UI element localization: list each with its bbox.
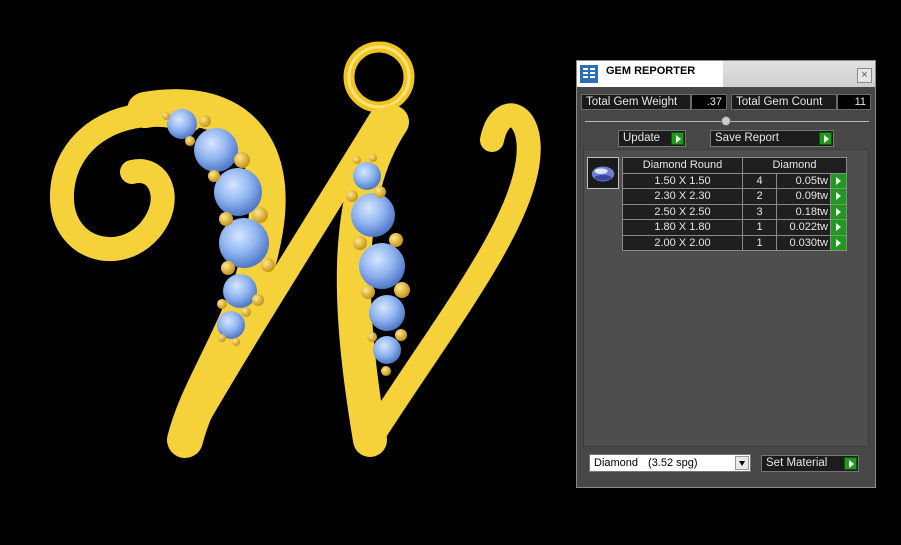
gem-qty: 1 — [742, 234, 777, 251]
panel-title: GEM REPORTER — [606, 65, 696, 77]
arrow-right-icon[interactable] — [830, 219, 847, 236]
dropdown-icon[interactable] — [735, 456, 749, 470]
total-gem-count-value: 11 — [837, 94, 871, 110]
material-name: Diamond — [594, 457, 639, 469]
app-icon — [580, 65, 598, 83]
arrow-right-icon[interactable] — [830, 172, 847, 189]
table-row: 2.50 X 2.50 3 0.18tw — [622, 203, 847, 220]
arrow-right-icon — [671, 132, 684, 145]
title-bar[interactable]: GEM REPORTER × — [577, 61, 875, 87]
arrow-right-icon — [819, 132, 832, 145]
arrow-right-icon[interactable] — [830, 188, 847, 205]
gem-weight: 0.09tw — [776, 188, 831, 205]
save-report-button[interactable]: Save Report — [710, 130, 834, 147]
gem-icon[interactable] — [587, 157, 619, 189]
table-header-row: Diamond Round Diamond — [622, 157, 847, 174]
update-button-label: Update — [623, 132, 661, 144]
gem-qty: 3 — [742, 203, 777, 220]
gem-size: 2.00 X 2.00 — [622, 234, 743, 251]
3d-viewport[interactable] — [0, 0, 570, 540]
gem-weight: 0.18tw — [776, 203, 831, 220]
gem-weight: 0.022tw — [776, 219, 831, 236]
gem-qty: 4 — [742, 172, 777, 189]
slider-handle[interactable] — [721, 116, 731, 126]
column-header-shape: Diamond Round — [622, 157, 743, 174]
total-gem-weight-label: Total Gem Weight — [581, 94, 691, 110]
total-gem-count-label: Total Gem Count — [731, 94, 837, 110]
material-spg: (3.52 spg) — [648, 457, 698, 469]
total-gem-weight-value: .37 — [691, 94, 727, 110]
arrow-right-icon[interactable] — [830, 234, 847, 251]
gem-size: 1.80 X 1.80 — [622, 219, 743, 236]
gem-table-area: Diamond Round Diamond 1.50 X 1.50 4 0.05… — [583, 149, 869, 447]
gem-qty: 1 — [742, 219, 777, 236]
gem-size: 2.50 X 2.50 — [622, 203, 743, 220]
table-row: 2.30 X 2.30 2 0.09tw — [622, 188, 847, 205]
gem-reporter-panel: GEM REPORTER × Total Gem Weight .37 Tota… — [576, 60, 876, 488]
gem-table: Diamond Round Diamond 1.50 X 1.50 4 0.05… — [622, 157, 847, 251]
set-material-button[interactable]: Set Material — [761, 455, 859, 472]
column-header-material: Diamond — [742, 157, 847, 174]
gem-weight: 0.030tw — [776, 234, 831, 251]
gem-weight: 0.05tw — [776, 172, 831, 189]
arrow-right-icon — [844, 457, 857, 470]
table-row: 2.00 X 2.00 1 0.030tw — [622, 234, 847, 251]
gem-size: 2.30 X 2.30 — [622, 188, 743, 205]
close-icon[interactable]: × — [857, 68, 872, 83]
set-material-button-label: Set Material — [766, 457, 828, 469]
table-row: 1.50 X 1.50 4 0.05tw — [622, 172, 847, 189]
gem-qty: 2 — [742, 188, 777, 205]
table-row: 1.80 X 1.80 1 0.022tw — [622, 219, 847, 236]
arrow-right-icon[interactable] — [830, 203, 847, 220]
save-report-button-label: Save Report — [715, 132, 779, 144]
pendant-model — [50, 41, 541, 458]
gem-size: 1.50 X 1.50 — [622, 172, 743, 189]
material-select[interactable]: Diamond (3.52 spg) — [589, 454, 751, 472]
update-button[interactable]: Update — [618, 130, 686, 147]
